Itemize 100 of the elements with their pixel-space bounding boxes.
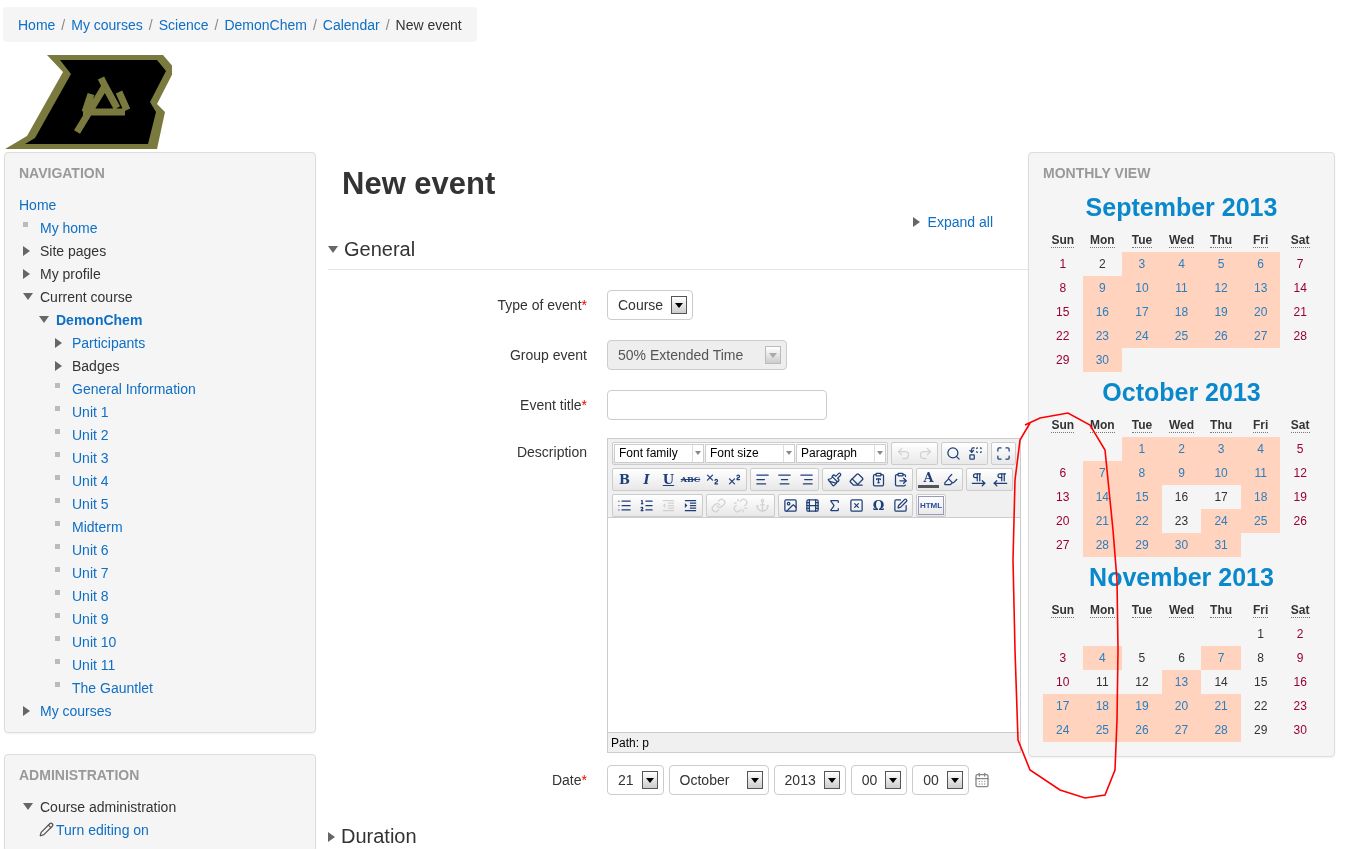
calendar-day[interactable]: 28 xyxy=(1082,533,1123,557)
calendar-day[interactable]: 21 xyxy=(1280,300,1320,324)
calendar-day[interactable]: 30 xyxy=(1082,348,1123,372)
caret-icon[interactable] xyxy=(328,831,335,842)
nav-item[interactable]: Current course xyxy=(40,288,133,305)
calendar-day[interactable]: 14 xyxy=(1201,670,1241,694)
nav-link[interactable]: Unit 5 xyxy=(72,495,109,512)
calendar-day[interactable]: 15 xyxy=(1043,300,1083,324)
calendar-day[interactable]: 24 xyxy=(1122,324,1162,348)
nav-link[interactable]: Unit 11 xyxy=(72,656,116,673)
calendar-day[interactable]: 24 xyxy=(1201,509,1241,533)
calendar-day[interactable]: 26 xyxy=(1122,718,1162,742)
nav-link[interactable]: Unit 10 xyxy=(72,633,117,650)
calendar-day[interactable]: 30 xyxy=(1161,533,1202,557)
strike-button[interactable]: ABC xyxy=(680,469,701,489)
dropdown[interactable]: October xyxy=(668,765,769,795)
nav-link[interactable]: DemonChem xyxy=(56,311,143,328)
toolbar-dropdown[interactable]: Paragraph xyxy=(796,443,886,463)
calendar-day[interactable]: 14 xyxy=(1082,485,1123,509)
calendar-day[interactable]: 27 xyxy=(1240,324,1281,348)
calendar-day[interactable]: 21 xyxy=(1201,694,1241,718)
dropdown[interactable]: Course xyxy=(607,290,694,320)
calendar-day[interactable]: 13 xyxy=(1161,670,1202,694)
calendar-day[interactable]: 15 xyxy=(1122,485,1162,509)
breadcrumb-link[interactable]: Science xyxy=(158,16,209,33)
calendar-day[interactable]: 27 xyxy=(1043,533,1083,557)
html-button[interactable]: HTML xyxy=(918,495,944,515)
calendar-day[interactable]: 20 xyxy=(1043,509,1083,533)
nav-link[interactable]: Unit 1 xyxy=(72,403,109,420)
calendar-day[interactable]: 16 xyxy=(1280,670,1320,694)
caret-icon[interactable] xyxy=(23,705,30,716)
month-title[interactable]: October 2013 xyxy=(1043,378,1320,407)
calendar-day[interactable]: 7 xyxy=(1280,252,1320,276)
calendar-day[interactable]: 17 xyxy=(1122,300,1162,324)
calendar-day[interactable]: 3 xyxy=(1201,437,1241,461)
calendar-day[interactable]: 17 xyxy=(1201,485,1241,509)
calendar-day[interactable]: 3 xyxy=(1122,252,1162,276)
calendar-day[interactable]: 8 xyxy=(1240,646,1281,670)
forecolor-button[interactable]: A xyxy=(918,470,939,488)
caret-icon[interactable] xyxy=(55,360,62,371)
breadcrumb-link[interactable]: DemonChem xyxy=(224,16,307,33)
nav-link[interactable]: Turn editing on xyxy=(56,821,149,838)
breadcrumb-link[interactable]: My courses xyxy=(71,16,143,33)
calendar-day[interactable]: 29 xyxy=(1240,718,1281,742)
calendar-day[interactable]: 11 xyxy=(1240,461,1281,485)
nav-link[interactable]: Unit 8 xyxy=(72,587,109,604)
nav-item[interactable]: Site pages xyxy=(40,242,107,259)
calendar-day[interactable]: 5 xyxy=(1280,437,1320,461)
section-title[interactable]: General xyxy=(344,238,416,261)
expand-all-link[interactable]: Expand all xyxy=(912,214,993,230)
nav-link[interactable]: Unit 7 xyxy=(72,564,109,581)
calendar-day[interactable]: 16 xyxy=(1082,300,1123,324)
toolbar-dropdown[interactable]: Font size xyxy=(705,443,795,463)
calendar-day[interactable]: 18 xyxy=(1082,694,1123,718)
calendar-day[interactable]: 15 xyxy=(1240,670,1281,694)
nav-link[interactable]: Unit 6 xyxy=(72,541,109,558)
calendar-day[interactable]: 1 xyxy=(1122,437,1162,461)
nav-item[interactable]: My profile xyxy=(40,265,101,282)
nav-link[interactable]: The Gauntlet xyxy=(72,679,153,696)
calendar-icon[interactable] xyxy=(973,772,990,788)
calendar-day[interactable]: 29 xyxy=(1043,348,1083,372)
calendar-day[interactable]: 12 xyxy=(1201,276,1241,300)
breadcrumb-link[interactable]: Home xyxy=(18,16,56,33)
calendar-day[interactable]: 4 xyxy=(1082,646,1123,670)
calendar-day[interactable]: 6 xyxy=(1240,252,1281,276)
calendar-day[interactable]: 5 xyxy=(1122,646,1162,670)
calendar-day[interactable]: 28 xyxy=(1280,324,1320,348)
calendar-day[interactable]: 8 xyxy=(1043,276,1083,300)
bold-button[interactable]: B xyxy=(614,469,635,489)
calendar-day[interactable]: 13 xyxy=(1043,485,1083,509)
calendar-day[interactable]: 25 xyxy=(1240,509,1281,533)
caret-icon[interactable] xyxy=(23,245,30,256)
calendar-day[interactable]: 30 xyxy=(1280,718,1320,742)
nav-link[interactable]: Unit 2 xyxy=(72,426,109,443)
calendar-day[interactable]: 5 xyxy=(1201,252,1241,276)
calendar-day[interactable]: 3 xyxy=(1043,646,1083,670)
dropdown[interactable]: 00 xyxy=(912,765,969,795)
nav-link[interactable]: Home xyxy=(19,196,57,213)
calendar-day[interactable]: 18 xyxy=(1240,485,1281,509)
calendar-day[interactable]: 7 xyxy=(1201,646,1241,670)
calendar-day[interactable]: 28 xyxy=(1201,718,1241,742)
nav-item[interactable]: Badges xyxy=(72,357,120,374)
calendar-day[interactable]: 20 xyxy=(1240,300,1281,324)
calendar-day[interactable]: 12 xyxy=(1280,461,1320,485)
calendar-day[interactable]: 19 xyxy=(1122,694,1162,718)
calendar-day[interactable]: 23 xyxy=(1280,694,1320,718)
italic-button[interactable]: I xyxy=(636,469,657,489)
calendar-day[interactable]: 25 xyxy=(1082,718,1123,742)
calendar-day[interactable]: 23 xyxy=(1082,324,1123,348)
calendar-day[interactable]: 25 xyxy=(1161,324,1202,348)
underline-button[interactable]: U xyxy=(658,469,679,489)
calendar-day[interactable]: 2 xyxy=(1280,622,1320,646)
calendar-day[interactable]: 29 xyxy=(1122,533,1162,557)
calendar-day[interactable]: 11 xyxy=(1082,670,1123,694)
charmap-button[interactable]: Ω xyxy=(868,495,889,515)
breadcrumb-link[interactable]: Calendar xyxy=(322,16,380,33)
calendar-day[interactable]: 14 xyxy=(1280,276,1320,300)
calendar-day[interactable]: 26 xyxy=(1280,509,1320,533)
calendar-day[interactable]: 24 xyxy=(1043,718,1083,742)
caret-icon[interactable] xyxy=(23,293,33,300)
